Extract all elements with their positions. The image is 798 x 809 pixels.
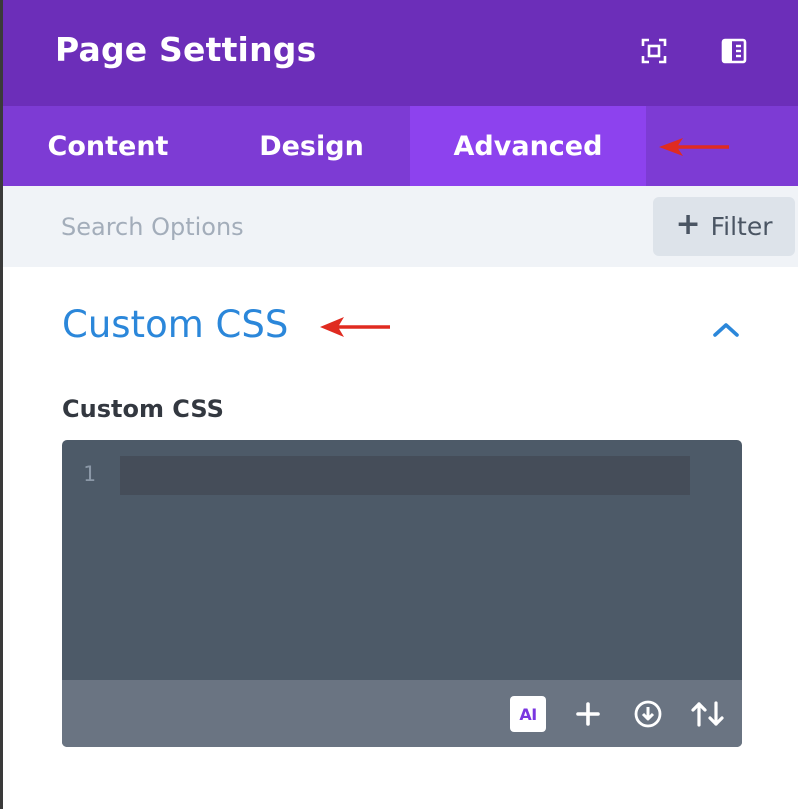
annotation-arrow-icon [657, 136, 731, 158]
tab-design[interactable]: Design [213, 106, 410, 186]
field-label: Custom CSS [62, 395, 224, 423]
filter-button[interactable]: + Filter [653, 197, 795, 256]
search-input[interactable] [61, 206, 621, 248]
tab-content[interactable]: Content [3, 106, 213, 186]
filter-label: Filter [710, 212, 773, 241]
settings-header: Page Settings [3, 0, 798, 106]
download-icon[interactable] [630, 696, 666, 732]
search-bar: + Filter [3, 186, 798, 267]
code-line[interactable] [120, 456, 690, 495]
line-number: 1 [83, 462, 96, 486]
ai-button[interactable]: AI [510, 696, 546, 732]
annotation-arrow-icon [318, 314, 392, 340]
fullscreen-icon[interactable] [639, 36, 669, 66]
add-icon[interactable] [570, 696, 606, 732]
editor-toolbar: AI [62, 680, 742, 747]
css-code-editor[interactable]: 1 AI [62, 440, 742, 747]
ai-icon: AI [519, 704, 537, 724]
chevron-up-icon[interactable] [710, 318, 742, 345]
sidebar-toggle-icon[interactable] [719, 36, 749, 66]
page-title: Page Settings [55, 30, 317, 69]
section-title[interactable]: Custom CSS [62, 303, 288, 346]
plus-icon: + [675, 207, 701, 242]
sort-icon[interactable] [688, 696, 728, 732]
tab-advanced[interactable]: Advanced [410, 106, 646, 186]
